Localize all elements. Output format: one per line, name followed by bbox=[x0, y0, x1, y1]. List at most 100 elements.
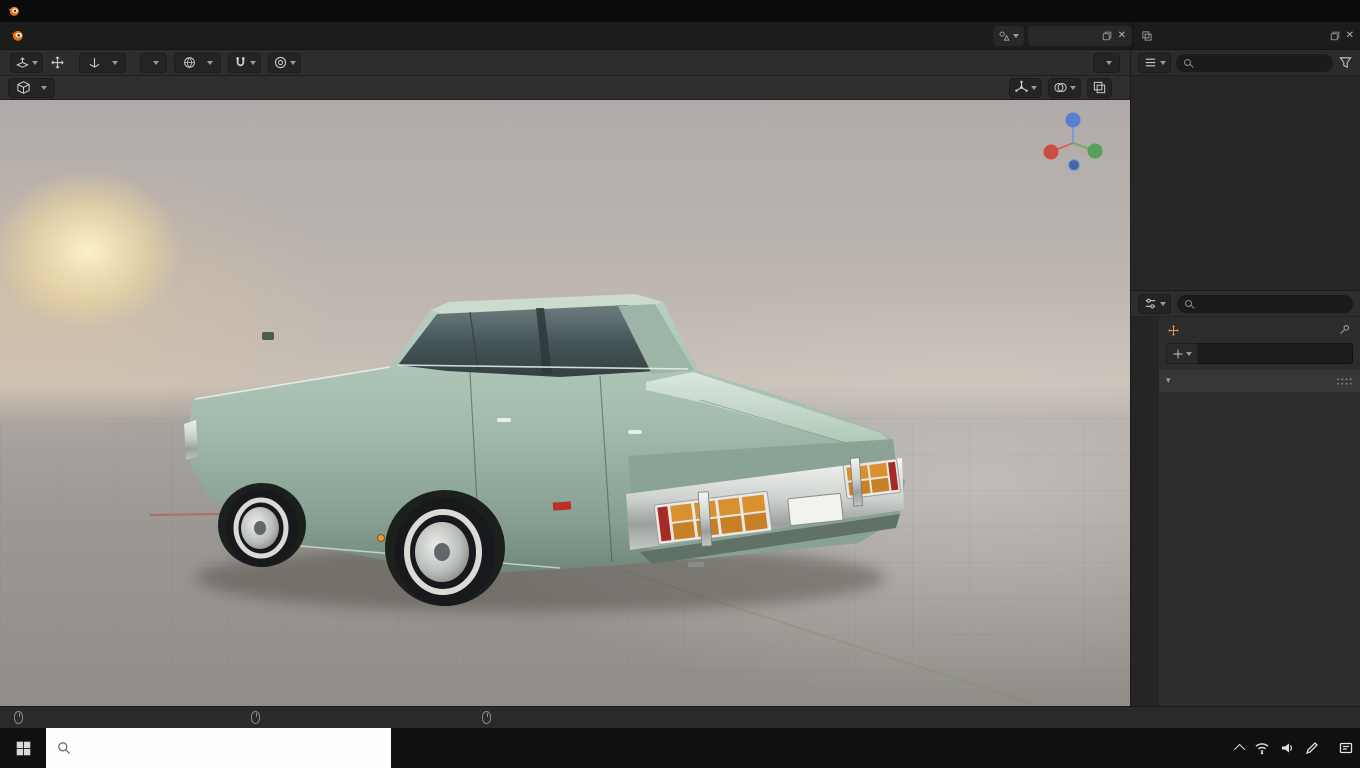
id-type-chip[interactable] bbox=[1166, 343, 1198, 364]
options-dropdown[interactable] bbox=[1093, 52, 1120, 73]
mouse-left-hint-icon bbox=[14, 711, 23, 724]
object-name-input[interactable] bbox=[1198, 343, 1353, 364]
transform-panel-header[interactable]: ▾ bbox=[1159, 370, 1360, 392]
pin-icon[interactable] bbox=[1338, 323, 1352, 337]
windows-taskbar bbox=[0, 728, 1360, 768]
search-icon bbox=[1184, 59, 1191, 66]
new-scene-icon[interactable] bbox=[1101, 30, 1113, 42]
outliner-search-input[interactable] bbox=[1176, 53, 1333, 72]
chevron-down-icon bbox=[1160, 60, 1166, 65]
system-tray bbox=[1233, 728, 1360, 768]
mouse-middle-hint-icon bbox=[251, 711, 260, 724]
view-layer-icon bbox=[1141, 30, 1153, 42]
transform-orientation-dropdown[interactable] bbox=[174, 52, 221, 73]
chevron-down-icon bbox=[207, 60, 213, 65]
filter-funnel-icon[interactable] bbox=[1338, 55, 1353, 70]
object-mode-dropdown[interactable] bbox=[8, 77, 55, 98]
editor-3d-viewport-icon bbox=[15, 55, 30, 70]
taskbar-search[interactable] bbox=[46, 728, 391, 768]
blender-logo-icon bbox=[6, 4, 20, 18]
door-handle bbox=[628, 430, 642, 434]
start-button[interactable] bbox=[0, 728, 46, 768]
viewport-3d bbox=[0, 76, 1130, 706]
tray-chevron-up-icon[interactable] bbox=[1233, 743, 1246, 756]
collapse-icon[interactable]: ▾ bbox=[1166, 376, 1171, 386]
cube-icon bbox=[16, 80, 31, 95]
panel-grip-icon[interactable] bbox=[1336, 376, 1353, 386]
minimize-button[interactable] bbox=[1228, 0, 1272, 22]
chevron-down-icon bbox=[1013, 33, 1019, 38]
globe-icon bbox=[182, 55, 197, 70]
chevron-down-icon bbox=[112, 60, 118, 65]
network-icon[interactable] bbox=[1254, 740, 1270, 756]
exhaust-tip bbox=[687, 561, 705, 568]
scene-icon bbox=[998, 30, 1010, 42]
properties-search-input[interactable] bbox=[1177, 294, 1353, 313]
chevron-down-icon bbox=[1070, 85, 1076, 90]
unlink-scene-icon[interactable]: ✕ bbox=[1118, 30, 1126, 41]
properties-editor-type-dropdown[interactable] bbox=[1138, 293, 1171, 314]
blender-menu-icon[interactable] bbox=[6, 28, 26, 44]
car-object[interactable] bbox=[0, 100, 1130, 706]
chevron-down-icon bbox=[1160, 301, 1166, 306]
outliner-filter-dropdown[interactable] bbox=[1138, 52, 1171, 73]
orientation-axes-icon bbox=[87, 55, 102, 70]
drag-dropdown[interactable] bbox=[140, 52, 167, 73]
volume-icon[interactable] bbox=[1279, 740, 1295, 756]
taskbar-search-input[interactable] bbox=[80, 740, 381, 756]
object-name-row bbox=[1166, 343, 1353, 364]
scene-browse-button[interactable] bbox=[993, 25, 1024, 46]
maximize-button[interactable] bbox=[1272, 0, 1316, 22]
front-bumper bbox=[184, 420, 198, 460]
sliders-icon bbox=[1143, 296, 1158, 311]
view-layer-name-field[interactable]: ✕ bbox=[1157, 26, 1360, 46]
search-icon bbox=[58, 742, 71, 755]
outliner-header bbox=[1130, 50, 1360, 76]
proportional-editing-toggle[interactable] bbox=[268, 52, 301, 73]
scene-name-field[interactable]: ✕ bbox=[1028, 25, 1132, 46]
proportional-editing-icon bbox=[273, 55, 288, 70]
status-bar bbox=[0, 706, 1360, 728]
rear-wheel[interactable] bbox=[385, 490, 505, 606]
show-overlays-toggle[interactable] bbox=[1048, 77, 1081, 98]
display-mode-icon bbox=[1143, 55, 1158, 70]
remove-view-layer-icon[interactable]: ✕ bbox=[1346, 30, 1354, 41]
chevron-down-icon bbox=[250, 60, 256, 65]
breadcrumb bbox=[1159, 317, 1360, 340]
titlebar bbox=[0, 0, 1360, 22]
show-gizmo-toggle[interactable] bbox=[1009, 77, 1042, 98]
properties-header bbox=[1131, 291, 1360, 317]
front-wheel[interactable] bbox=[218, 483, 306, 567]
windows-logo-icon bbox=[16, 741, 30, 755]
viewport-canvas[interactable] bbox=[0, 100, 1130, 706]
topbar: ✕ ✕ bbox=[0, 22, 1360, 50]
snapping-toggle[interactable] bbox=[228, 52, 261, 73]
overlays-icon bbox=[1053, 80, 1068, 95]
pen-icon[interactable] bbox=[1304, 740, 1320, 756]
chevron-down-icon bbox=[1106, 60, 1112, 65]
chevron-down-icon bbox=[1186, 351, 1192, 356]
side-mirror bbox=[262, 332, 274, 340]
empty-object-icon bbox=[1167, 324, 1180, 337]
chevron-down-icon bbox=[153, 60, 159, 65]
tool-settings-bar bbox=[0, 50, 1360, 76]
license-plate[interactable] bbox=[787, 492, 844, 526]
active-tool-move-icon bbox=[50, 55, 65, 70]
viewport-toggles bbox=[1009, 77, 1122, 98]
xray-icon bbox=[1092, 80, 1107, 95]
close-button[interactable] bbox=[1316, 0, 1360, 22]
door-handle bbox=[497, 418, 511, 422]
editor-type-dropdown[interactable] bbox=[10, 52, 43, 73]
view-layer-selector: ✕ bbox=[1132, 22, 1360, 49]
chevron-down-icon bbox=[41, 85, 47, 90]
new-view-layer-icon[interactable] bbox=[1329, 30, 1341, 42]
orientation-dropdown[interactable] bbox=[79, 52, 126, 73]
toggle-xray-button[interactable] bbox=[1087, 77, 1112, 98]
chevron-down-icon bbox=[1031, 85, 1037, 90]
viewport-header bbox=[0, 76, 1130, 100]
object-origin-dot[interactable] bbox=[377, 534, 385, 542]
outliner bbox=[1131, 76, 1360, 290]
properties-editor: ▾ bbox=[1131, 290, 1360, 706]
action-center-icon[interactable] bbox=[1338, 740, 1354, 756]
navigation-gizmo[interactable] bbox=[1040, 110, 1106, 176]
